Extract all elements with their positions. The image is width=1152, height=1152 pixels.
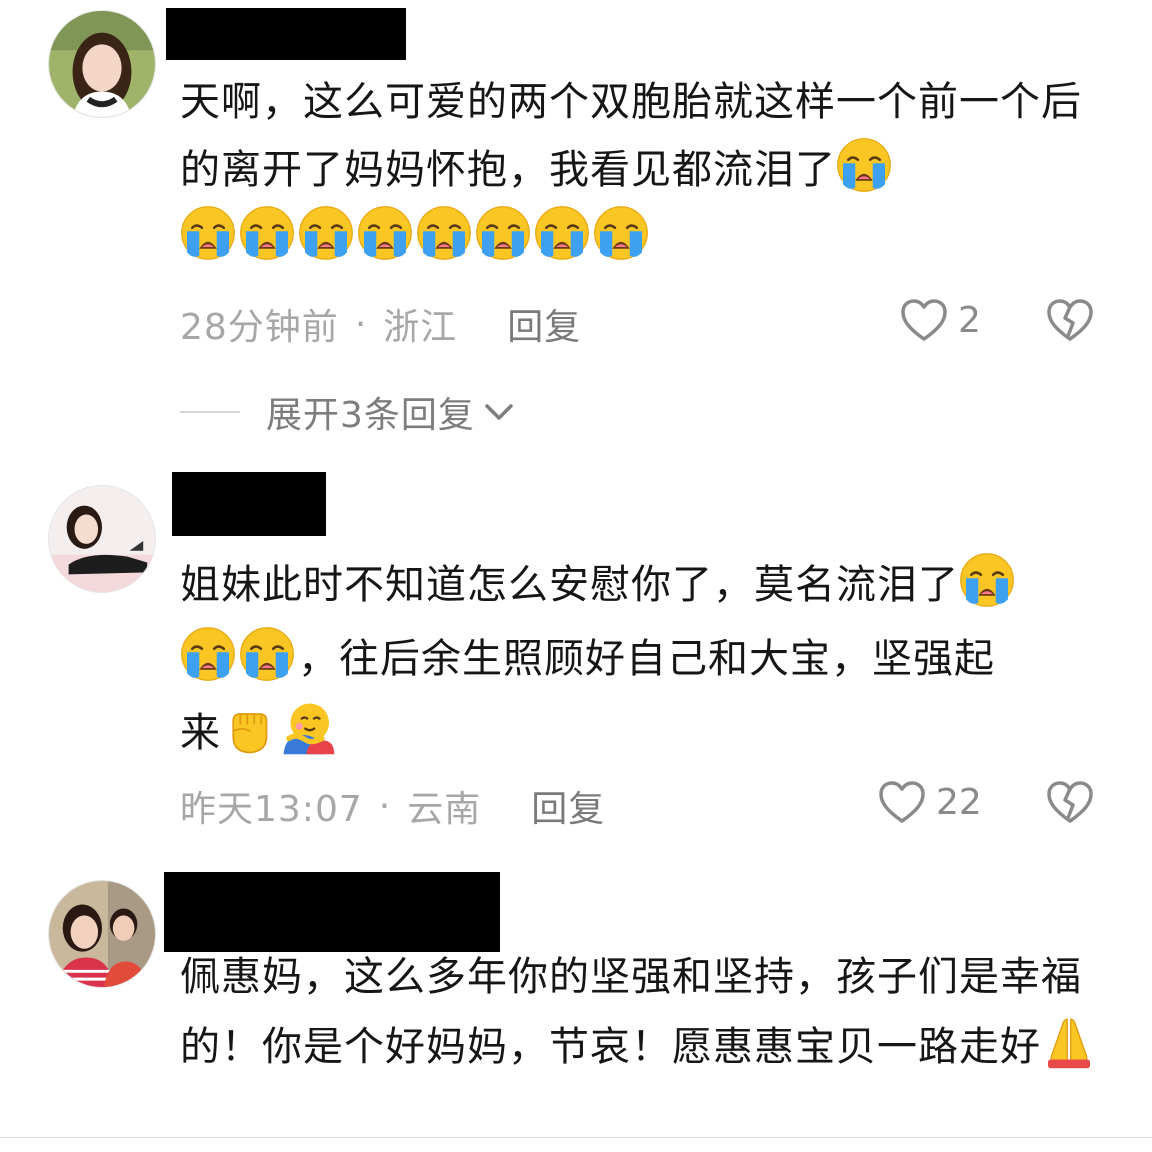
like-button[interactable]: 22 bbox=[878, 780, 982, 824]
loudly-crying-face-icon bbox=[180, 205, 236, 261]
chevron-down-icon bbox=[485, 404, 513, 420]
heart-icon bbox=[901, 299, 947, 341]
divider bbox=[180, 411, 240, 413]
heart-icon bbox=[879, 781, 925, 823]
loudly-crying-face-icon bbox=[416, 205, 472, 261]
comment-location: 浙江 bbox=[383, 307, 458, 348]
raised-fist-icon bbox=[221, 700, 277, 756]
loudly-crying-face-icon bbox=[357, 205, 413, 261]
loudly-crying-face-icon bbox=[180, 626, 236, 682]
comment-time: 昨天13:07 bbox=[180, 789, 363, 830]
loudly-crying-face-icon bbox=[239, 626, 295, 682]
redacted-username bbox=[172, 472, 326, 536]
reply-button[interactable]: 回复 bbox=[531, 780, 605, 832]
loudly-crying-face-icon bbox=[593, 205, 649, 261]
comment-time: 28分钟前 bbox=[180, 307, 339, 348]
loudly-crying-face-icon bbox=[239, 205, 295, 261]
avatar[interactable] bbox=[48, 880, 156, 988]
separator: · bbox=[378, 785, 392, 827]
divider bbox=[0, 1137, 1152, 1138]
comment-text: 姐妹此时不知道怎么安慰你了，莫名流泪了 ，往后余生照顾好自己和大宝，坚强起 来 bbox=[180, 548, 1110, 770]
avatar[interactable] bbox=[48, 10, 156, 118]
loudly-crying-face-icon bbox=[959, 552, 1015, 608]
broken-heart-icon[interactable] bbox=[1046, 780, 1094, 824]
separator: · bbox=[354, 303, 368, 345]
comment-meta: 昨天13:07 · 云南 回复 bbox=[180, 780, 605, 832]
loudly-crying-face-icon bbox=[534, 205, 590, 261]
folded-hands-icon bbox=[1041, 1014, 1097, 1070]
hugging-face-icon bbox=[280, 700, 336, 756]
expand-replies-label: 展开3条回复 bbox=[266, 395, 475, 436]
broken-heart-icon[interactable] bbox=[1046, 298, 1094, 342]
avatar[interactable] bbox=[48, 485, 156, 593]
comment-meta: 28分钟前 · 浙江 回复 bbox=[180, 298, 581, 350]
redacted-username bbox=[166, 8, 406, 60]
like-count: 2 bbox=[958, 299, 981, 341]
loudly-crying-face-icon bbox=[475, 205, 531, 261]
like-count: 22 bbox=[936, 781, 982, 823]
loudly-crying-face-icon bbox=[298, 205, 354, 261]
reply-button[interactable]: 回复 bbox=[507, 298, 581, 350]
loudly-crying-face-icon bbox=[836, 137, 892, 193]
comment-location: 云南 bbox=[407, 789, 482, 830]
redacted-username bbox=[164, 872, 500, 952]
like-button[interactable]: 2 bbox=[900, 298, 981, 342]
expand-replies-button[interactable]: 展开3条回复 bbox=[180, 386, 515, 438]
comment-text: 佩惠妈，这么多年你的坚强和坚持，孩子们是幸福的！你是个好妈妈，节哀！愿惠惠宝贝一… bbox=[180, 942, 1110, 1082]
comment-text: 天啊，这么可爱的两个双胞胎就这样一个前一个后的离开了妈妈怀抱，我看见都流泪了 bbox=[180, 68, 1110, 272]
